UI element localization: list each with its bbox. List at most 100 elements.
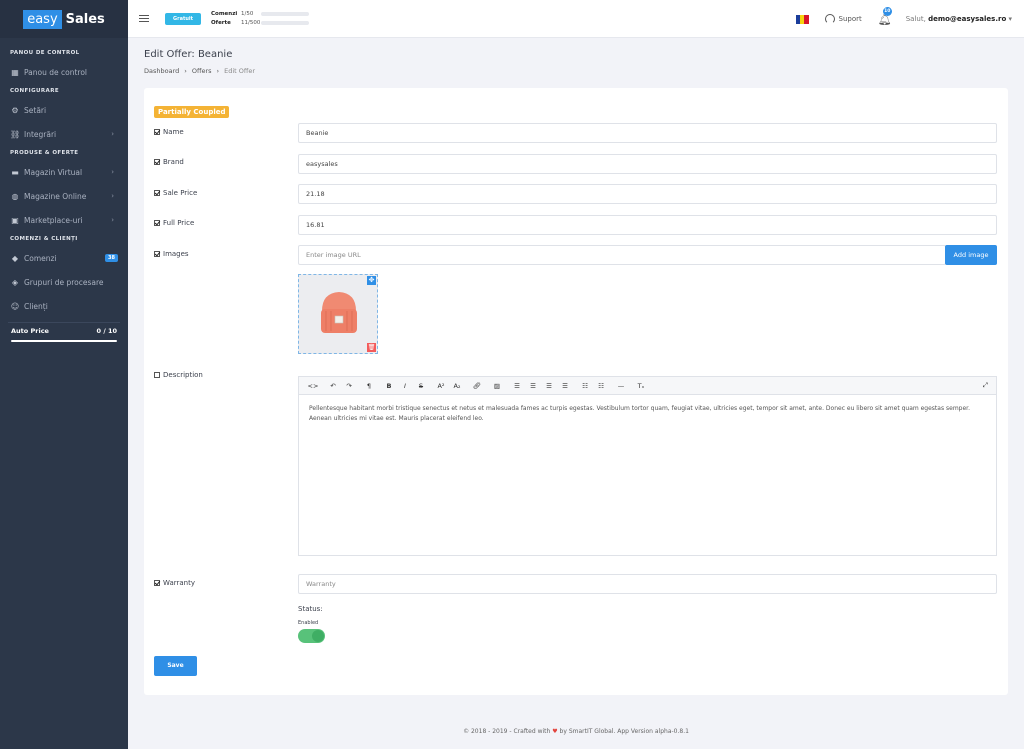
brand-field-toggle[interactable]: Brand xyxy=(154,158,184,166)
images-checkbox[interactable] xyxy=(154,251,160,257)
sidebar-item-label: Magazine Online xyxy=(24,191,87,201)
sidebar-item-setari[interactable]: ⚙ Setări xyxy=(0,98,128,122)
description-text[interactable]: Pellentesque habitant morbi tristique se… xyxy=(299,395,996,432)
add-image-button[interactable]: Add image xyxy=(945,245,997,265)
horizontal-rule-icon[interactable]: — xyxy=(613,382,629,390)
menu-icon[interactable] xyxy=(139,13,149,24)
sidebar-item-clienti[interactable]: ☺ Clienți xyxy=(0,294,128,318)
images-field-toggle[interactable]: Images xyxy=(154,250,189,258)
warranty-input[interactable]: Warranty xyxy=(298,574,997,594)
romania-flag-icon[interactable] xyxy=(795,14,809,24)
warranty-checkbox[interactable] xyxy=(154,580,160,586)
redo-icon[interactable]: ↷ xyxy=(341,382,357,390)
numbered-list-icon[interactable]: ☷ xyxy=(593,382,609,390)
notifications-count: 10 xyxy=(882,6,892,16)
coupled-status-badge: Partially Coupled xyxy=(154,106,230,118)
quota-offers-label: Oferte xyxy=(211,19,231,26)
description-field-toggle[interactable]: Description xyxy=(154,371,203,379)
full-price-input[interactable]: 16.81 xyxy=(298,215,997,235)
plan-badge[interactable]: Gratuit xyxy=(165,12,201,25)
brand-input[interactable]: easysales xyxy=(298,154,997,174)
auto-price-label: Auto Price xyxy=(11,327,49,335)
sidebar-item-label: Setări xyxy=(24,105,47,115)
edit-offer-card: Partially Coupled Name Beanie Brand easy… xyxy=(144,88,1008,695)
breadcrumb-current: Edit Offer xyxy=(224,67,256,75)
move-icon[interactable]: ✥ xyxy=(367,276,376,285)
strikethrough-icon[interactable]: S xyxy=(413,382,429,390)
sale-price-checkbox[interactable] xyxy=(154,190,160,196)
subscript-icon[interactable]: A₂ xyxy=(449,382,465,390)
clear-format-icon[interactable]: Tₓ xyxy=(633,382,649,390)
full-price-label: Full Price xyxy=(163,219,195,227)
bullet-list-icon[interactable]: ☷ xyxy=(577,382,593,390)
sale-price-field-toggle[interactable]: Sale Price xyxy=(154,189,197,197)
editor-toolbar: <> ↶ ↷ ¶ B I S A² A₂ 🔗︎ ▨ ☰ ☰ ☰ ☰ ☷ ☷ — … xyxy=(299,377,996,395)
auto-price-bar xyxy=(11,340,117,342)
footer-prefix: © 2018 - 2019 - Crafted with xyxy=(463,728,551,735)
breadcrumb-dashboard[interactable]: Dashboard xyxy=(144,67,179,75)
sale-price-input[interactable]: 21.18 xyxy=(298,184,997,204)
full-price-checkbox[interactable] xyxy=(154,220,160,226)
quota-orders-bar xyxy=(261,12,309,16)
undo-icon[interactable]: ↶ xyxy=(325,382,341,390)
full-price-field-toggle[interactable]: Full Price xyxy=(154,219,194,227)
greeting-label: Salut, xyxy=(905,15,926,23)
auto-price-widget[interactable]: Auto Price 0 / 10 xyxy=(8,322,120,347)
sidebar-item-label: Comenzi xyxy=(24,253,57,263)
brand-checkbox[interactable] xyxy=(154,159,160,165)
sidebar-item-marketplace[interactable]: ▣ Marketplace-uri › xyxy=(0,208,128,232)
code-view-icon[interactable]: <> xyxy=(305,382,321,390)
user-menu[interactable]: Salut, demo@easysales.ro ▾ xyxy=(906,15,1012,23)
italic-icon[interactable]: I xyxy=(397,382,413,390)
support-label: Suport xyxy=(838,15,862,23)
users-icon: ☺ xyxy=(10,301,20,311)
bold-icon[interactable]: B xyxy=(381,382,397,390)
save-button[interactable]: Save xyxy=(154,656,197,676)
gear-icon: ⚙ xyxy=(11,105,19,115)
description-checkbox[interactable] xyxy=(154,372,160,378)
chevron-right-icon: › xyxy=(111,192,114,200)
section-produse-oferte: PRODUSE & OFERTE xyxy=(10,150,79,156)
trash-icon[interactable]: 🗑︎ xyxy=(367,343,376,352)
name-checkbox[interactable] xyxy=(154,129,160,135)
product-image-tile[interactable]: ✥ 🗑︎ xyxy=(298,274,378,354)
notifications-button[interactable]: 🔔︎ 10 xyxy=(878,6,892,26)
description-editor[interactable]: <> ↶ ↷ ¶ B I S A² A₂ 🔗︎ ▨ ☰ ☰ ☰ ☰ ☷ ☷ — … xyxy=(298,376,997,556)
warranty-field-toggle[interactable]: Warranty xyxy=(154,579,195,587)
paragraph-icon[interactable]: ¶ xyxy=(361,382,377,390)
name-field-toggle[interactable]: Name xyxy=(154,128,184,136)
breadcrumb: Dashboard › Offers › Edit Offer xyxy=(144,67,255,75)
support-link[interactable]: Suport xyxy=(824,14,862,24)
logo[interactable]: easy Sales xyxy=(0,0,128,38)
footer: © 2018 - 2019 - Crafted with ♥ by SmartI… xyxy=(128,728,1024,735)
user-email: demo@easysales.ro xyxy=(928,15,1007,23)
sidebar-item-comenzi[interactable]: ◆ Comenzi 38 xyxy=(0,246,128,270)
image-icon[interactable]: ▨ xyxy=(489,382,505,390)
link-icon[interactable]: 🔗︎ xyxy=(469,382,485,390)
sidebar-item-magazin-virtual[interactable]: ▬ Magazin Virtual › xyxy=(0,160,128,184)
store-icon: ▬ xyxy=(11,167,19,177)
align-right-icon[interactable]: ☰ xyxy=(541,382,557,390)
quota-offers-bar xyxy=(261,21,309,25)
superscript-icon[interactable]: A² xyxy=(433,382,449,390)
chevron-right-icon: › xyxy=(111,130,114,138)
sidebar-item-panou-de-control[interactable]: ▦ Panou de control xyxy=(0,60,128,84)
warranty-label: Warranty xyxy=(163,579,196,587)
align-center-icon[interactable]: ☰ xyxy=(525,382,541,390)
sidebar-item-magazine-online[interactable]: ◍ Magazine Online › xyxy=(0,184,128,208)
align-justify-icon[interactable]: ☰ xyxy=(557,382,573,390)
name-input[interactable]: Beanie xyxy=(298,123,997,143)
image-url-input[interactable]: Enter image URL xyxy=(298,245,946,265)
sidebar-item-grupuri[interactable]: ◈ Grupuri de procesare xyxy=(0,270,128,294)
headset-icon xyxy=(824,14,835,24)
orders-count-badge: 38 xyxy=(105,254,118,262)
breadcrumb-offers[interactable]: Offers xyxy=(192,67,212,75)
quota-offers-value: 11/500 xyxy=(241,19,261,26)
align-left-icon[interactable]: ☰ xyxy=(509,382,525,390)
caret-down-icon: ▾ xyxy=(1008,15,1012,23)
fullscreen-icon[interactable]: ⤢ xyxy=(983,381,988,390)
globe-icon: ◍ xyxy=(11,191,19,201)
sidebar-item-label: Panou de control xyxy=(24,67,88,77)
status-toggle[interactable] xyxy=(298,629,325,643)
sidebar-item-integrari[interactable]: ⛓ Integrări › xyxy=(0,122,128,146)
